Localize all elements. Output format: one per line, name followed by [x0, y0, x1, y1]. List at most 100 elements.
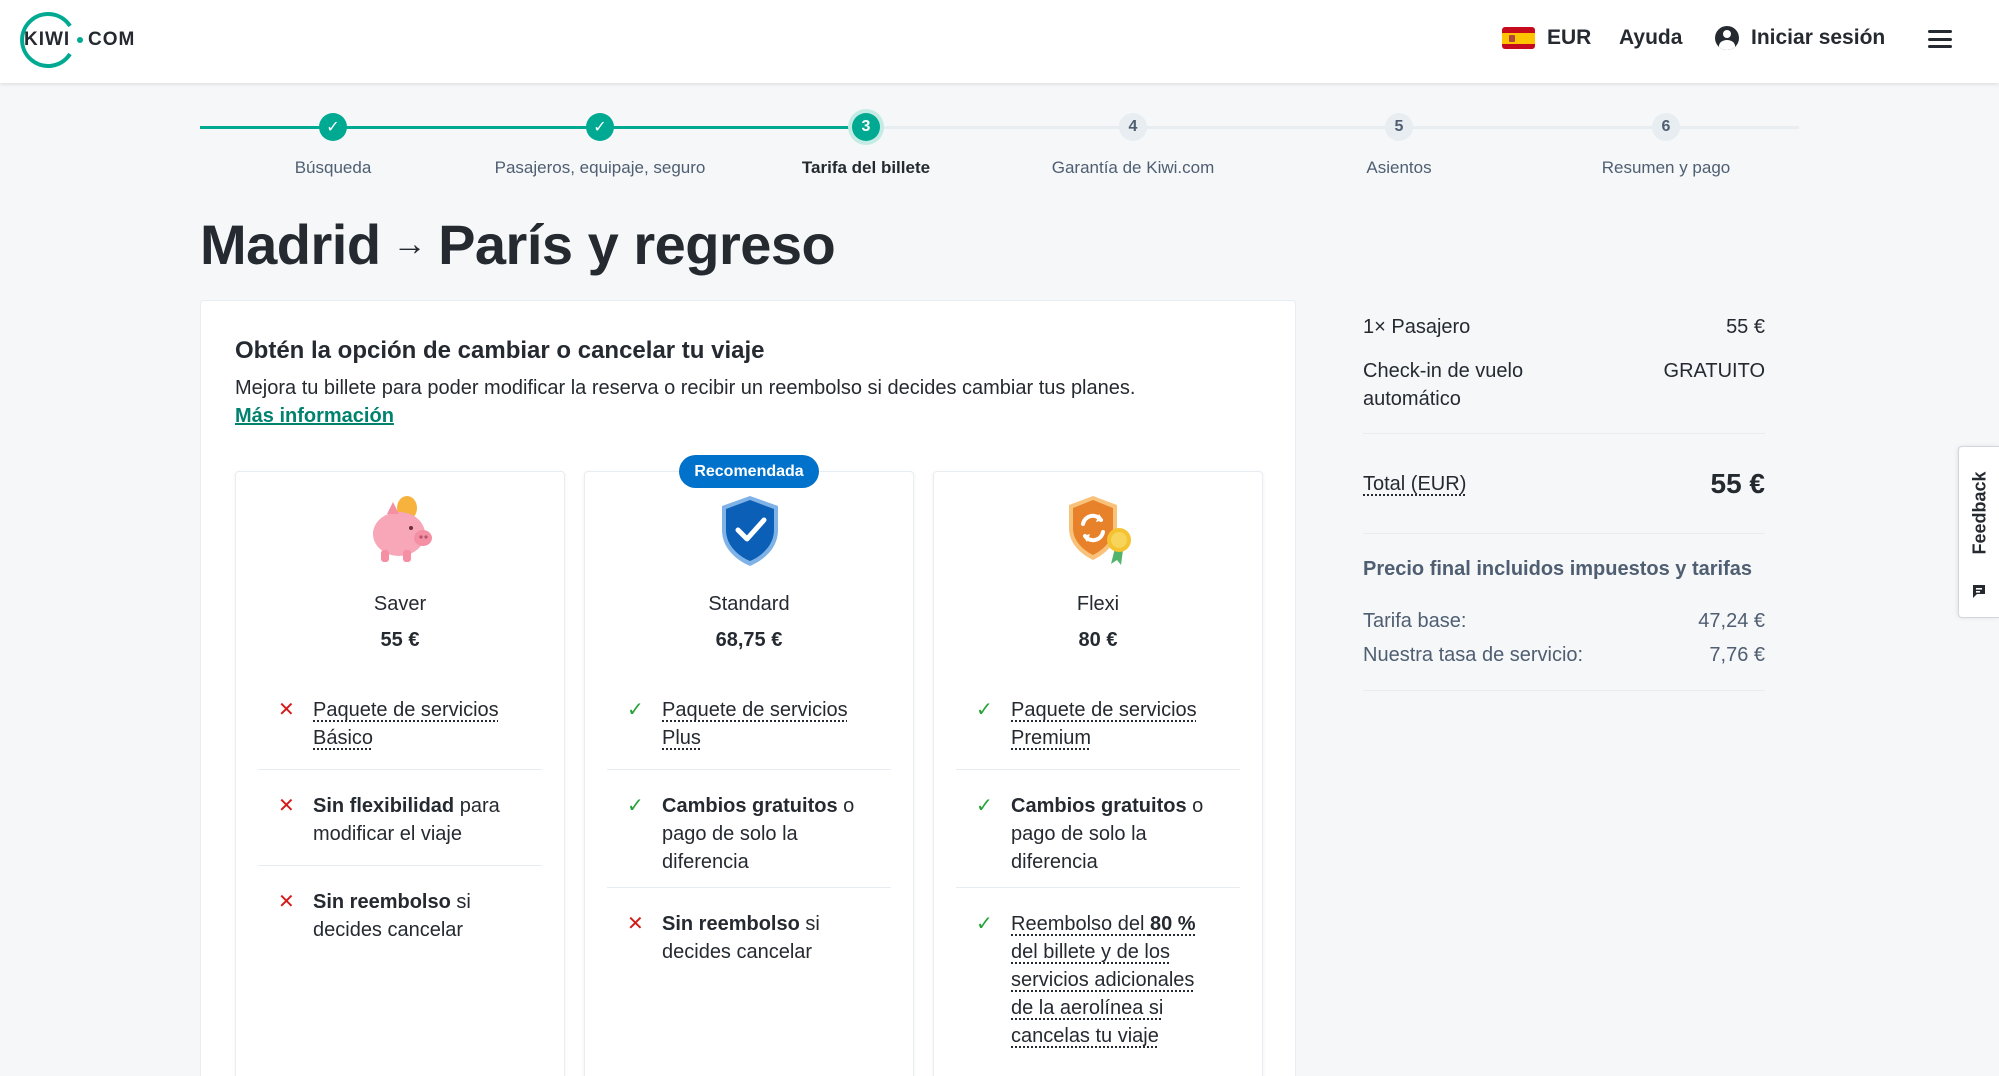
- step-label: Tarifa del billete: [801, 158, 931, 177]
- feature-text: decides cancelar: [662, 941, 813, 963]
- feature-link[interactable]: Básico: [313, 727, 373, 749]
- cross-icon: ✕: [627, 913, 644, 935]
- summary-label-line: automático: [1363, 388, 1461, 410]
- fare-name: Flexi: [1076, 593, 1120, 615]
- feature-link[interactable]: Paquete de servicios: [313, 699, 499, 721]
- check-icon: ✓: [319, 113, 347, 141]
- step-label: Asientos: [1366, 158, 1432, 177]
- feature-text: servicios adicionales: [1011, 969, 1195, 991]
- check-icon: ✓: [976, 795, 993, 817]
- feature-flexibility: ✕ Sin flexibilidad para modificar el via…: [258, 792, 542, 866]
- feedback-icon: [1973, 585, 1985, 598]
- step-label: Garantía de Kiwi.com: [1051, 158, 1215, 177]
- summary-service-fee-row: Nuestra tasa de servicio: 7,76 €: [1363, 641, 1765, 669]
- feature-flexibility: ✓ Cambios gratuitos o pago de solo la di…: [607, 792, 891, 888]
- feature-bold: Cambios gratuitos: [662, 795, 838, 817]
- total-label[interactable]: Total (EUR): [1363, 470, 1466, 498]
- menu-icon[interactable]: [1928, 30, 1952, 48]
- feature-text: de la aerolínea si: [1011, 997, 1164, 1019]
- step-seats: 5 Asientos: [1249, 113, 1549, 178]
- feature-text: o: [1186, 795, 1204, 817]
- feature-bold: Sin reembolso: [662, 913, 800, 935]
- card-description: Mejora tu billete para poder modificar l…: [235, 377, 1136, 399]
- feature-text: Reembolso del: [1011, 913, 1150, 935]
- summary-divider: [1363, 433, 1765, 434]
- feature-text: si: [450, 891, 471, 913]
- fare-selection-card: Obtén la opción de cambiar o cancelar tu…: [200, 300, 1296, 1076]
- fare-option-standard[interactable]: Standard 68,75 € ✓ Paquete de servicios …: [584, 471, 914, 1076]
- login-button[interactable]: Iniciar sesión: [1715, 26, 1885, 50]
- step-passengers[interactable]: ✓ Pasajeros, equipaje, seguro: [450, 113, 750, 178]
- fare-price: 80 €: [1078, 629, 1118, 651]
- fare-name: Standard: [708, 593, 790, 615]
- feedback-tab[interactable]: Feedback: [1958, 446, 1999, 618]
- check-icon: ✓: [586, 113, 614, 141]
- check-icon: ✓: [627, 795, 644, 817]
- step-search[interactable]: ✓ Búsqueda: [183, 113, 483, 178]
- feature-flexibility: ✓ Cambios gratuitos o pago de solo la di…: [956, 792, 1240, 888]
- feature-link[interactable]: Premium: [1011, 727, 1091, 749]
- summary-label-line: Check-in de vuelo: [1363, 360, 1524, 382]
- summary-total-row: Total (EUR) 55 €: [1363, 470, 1765, 498]
- logo-text-com: COM: [88, 29, 136, 50]
- more-info-link[interactable]: Más información: [235, 405, 394, 428]
- fare-option-flexi[interactable]: Flexi 80 € ✓ Paquete de servicios Premiu…: [933, 471, 1263, 1076]
- cross-icon: ✕: [278, 795, 295, 817]
- user-icon: [1715, 26, 1739, 50]
- feedback-label: Feedback: [1969, 471, 1990, 555]
- feature-link[interactable]: Paquete de servicios: [1011, 699, 1197, 721]
- summary-checkin-row: Check-in de vuelo automático GRATUITO: [1363, 357, 1765, 413]
- summary-label: Tarifa base:: [1363, 610, 1467, 632]
- card-heading: Obtén la opción de cambiar o cancelar tu…: [235, 337, 765, 364]
- feature-service-package: ✕ Paquete de servicios Básico: [258, 696, 542, 770]
- summary-label: Nuestra tasa de servicio:: [1363, 644, 1584, 666]
- feature-text: cancelas tu viaje: [1011, 1025, 1159, 1047]
- kiwi-logo[interactable]: KIWI COM: [16, 12, 134, 68]
- step-label: Resumen y pago: [1601, 158, 1731, 177]
- cross-icon: ✕: [278, 699, 295, 721]
- step-fare[interactable]: 3 Tarifa del billete: [716, 113, 1016, 178]
- fare-price: 68,75 €: [715, 629, 783, 651]
- step-number: 4: [1119, 113, 1147, 141]
- step-number: 6: [1652, 113, 1680, 141]
- step-guarantee: 4 Garantía de Kiwi.com: [983, 113, 1283, 178]
- step-number: 5: [1385, 113, 1413, 141]
- currency-selector[interactable]: EUR: [1502, 26, 1591, 50]
- summary-passenger-row: 1× Pasajero 55 €: [1363, 313, 1765, 341]
- feature-bold: 80 %: [1149, 913, 1196, 935]
- step-number: 3: [852, 113, 880, 141]
- origin-city: Madrid: [200, 213, 381, 276]
- feature-text: si: [799, 913, 820, 935]
- feature-refund: ✕ Sin reembolso si decides cancelar: [607, 910, 891, 966]
- login-label: Iniciar sesión: [1751, 26, 1886, 49]
- fare-price: 55 €: [380, 629, 420, 651]
- feature-bold: Cambios gratuitos: [1011, 795, 1187, 817]
- piggy-bank-icon: [373, 496, 432, 562]
- feature-text: para: [454, 795, 500, 817]
- summary-label: 1× Pasajero: [1363, 316, 1471, 338]
- feature-text: diferencia: [1011, 851, 1098, 873]
- currency-label: EUR: [1547, 26, 1592, 49]
- feature-link[interactable]: Plus: [662, 727, 701, 749]
- feature-link[interactable]: Paquete de servicios: [662, 699, 848, 721]
- page-title: Madrid → París y regreso: [200, 212, 836, 277]
- feature-refund: ✓ Reembolso del 80 % del billete y de lo…: [956, 910, 1240, 1050]
- feature-service-package: ✓ Paquete de servicios Premium: [956, 696, 1240, 770]
- summary-value: GRATUITO: [1663, 360, 1765, 382]
- feature-bold: Sin reembolso: [313, 891, 451, 913]
- summary-base-fare-row: Tarifa base: 47,24 €: [1363, 607, 1765, 635]
- feature-text: del billete y de los: [1011, 941, 1170, 963]
- arrow-right-icon: →: [392, 225, 427, 263]
- summary-value: 47,24 €: [1698, 610, 1765, 632]
- help-link[interactable]: Ayuda: [1619, 26, 1682, 50]
- feature-refund: ✕ Sin reembolso si decides cancelar: [258, 888, 542, 944]
- destination-city: París y regreso: [438, 213, 836, 276]
- feature-bold: Sin flexibilidad: [313, 795, 455, 817]
- refund-link[interactable]: Reembolso del 80 % del billete y de los …: [1011, 913, 1196, 1047]
- feature-text: o: [837, 795, 855, 817]
- summary-divider: [1363, 533, 1765, 534]
- fare-name: Saver: [373, 593, 427, 615]
- summary-value: 7,76 €: [1709, 644, 1765, 666]
- summary-label: Check-in de vuelo automático: [1363, 357, 1523, 413]
- fare-option-saver[interactable]: Saver 55 € ✕ Paquete de servicios Básico…: [235, 471, 565, 1076]
